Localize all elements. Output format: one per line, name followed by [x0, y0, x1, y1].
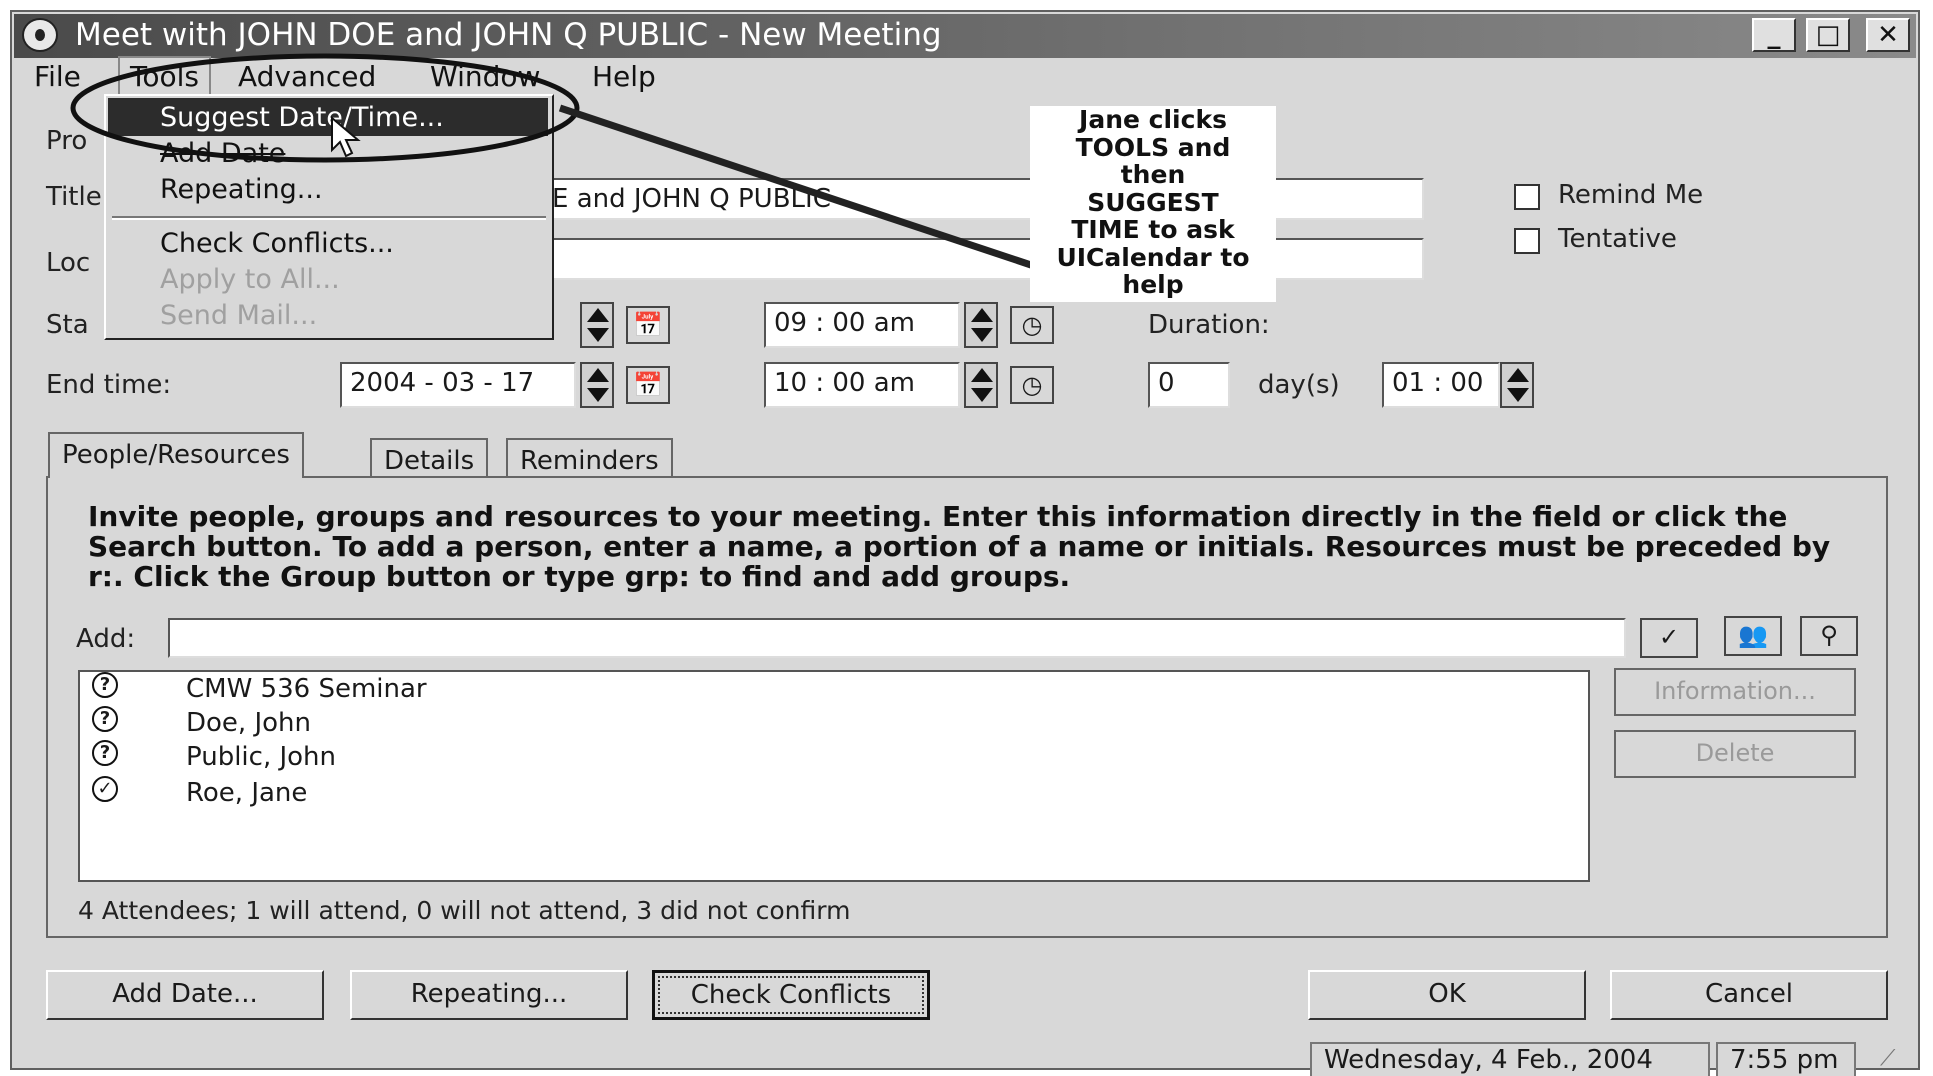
annotation-overlay: [70, 53, 1042, 272]
annotation-callout: Jane clicks TOOLS and then SUGGEST TIME …: [1030, 106, 1276, 302]
callout-line: Jane clicks: [1079, 105, 1227, 134]
callout-pointer-line: [558, 104, 1042, 272]
callout-line: SUGGEST: [1087, 187, 1219, 217]
callout-line: help: [1122, 270, 1184, 299]
highlight-ellipse: [70, 53, 580, 163]
callout-line: TOOLS and: [1075, 132, 1231, 162]
callout-line: then: [1120, 160, 1186, 189]
tab-people-resources[interactable]: People/Resources: [48, 432, 304, 478]
callout-line: TIME to ask: [1071, 215, 1235, 244]
mouse-cursor-icon: [331, 115, 361, 158]
callout-line: UICalendar to: [1056, 242, 1250, 272]
